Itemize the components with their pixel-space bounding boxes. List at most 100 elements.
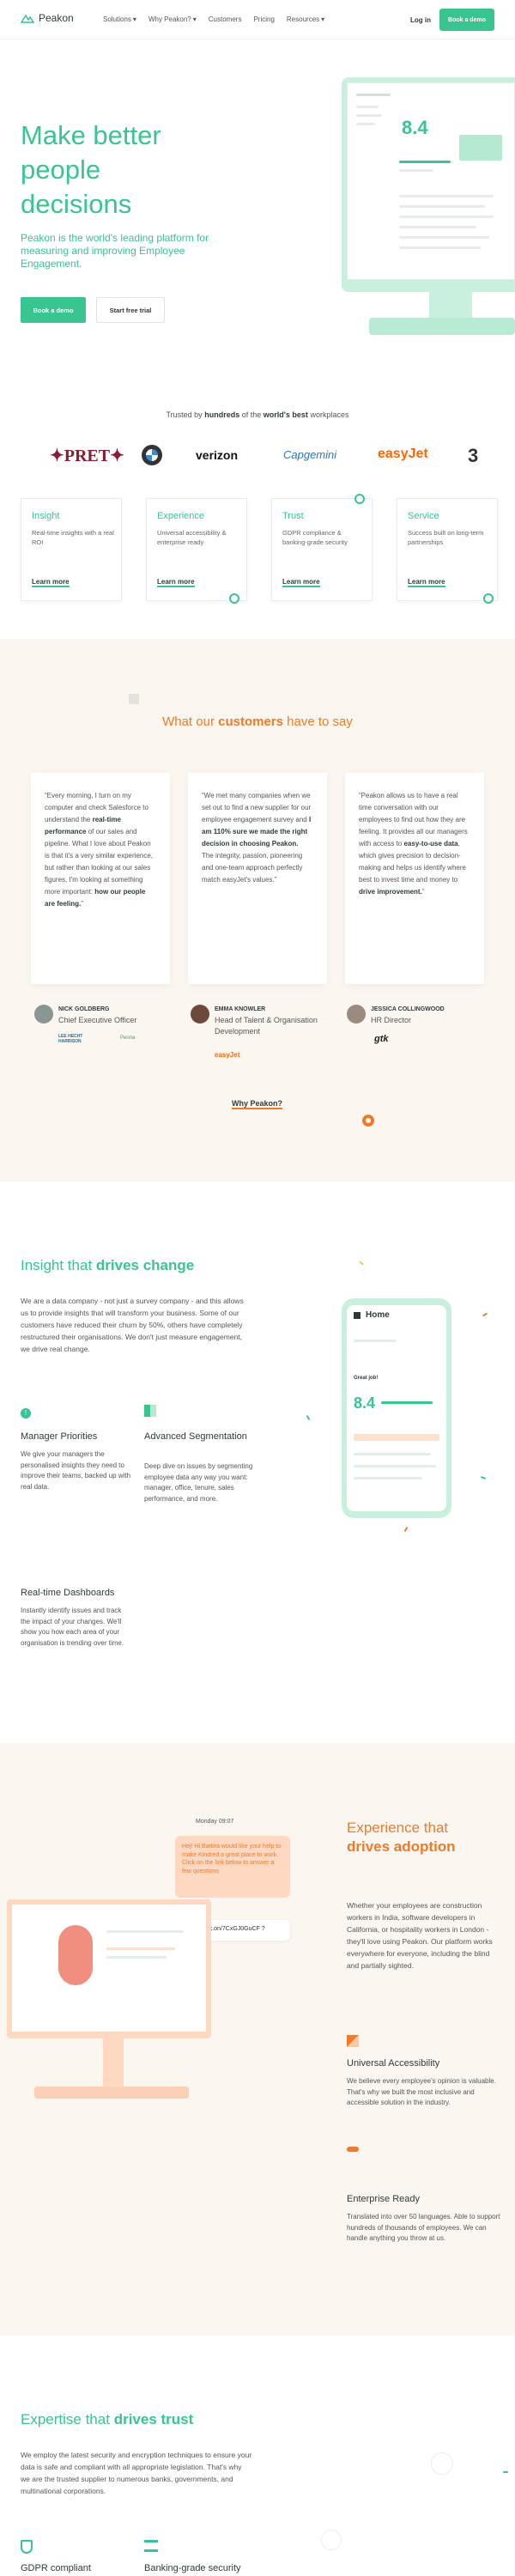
title-highlight: customers (218, 714, 283, 729)
confetti-icon (403, 1526, 409, 1533)
avatar (347, 1005, 366, 1024)
segmentation-icon (144, 1405, 156, 1417)
testimonial-text: “We met many companies when we set out t… (202, 792, 312, 884)
insight-title: Insight that drives change (21, 1257, 194, 1274)
three-logo: 3 (468, 445, 479, 466)
customers-title: What our customers have to say (0, 714, 515, 729)
chevron-down-icon: ▾ (132, 15, 136, 23)
confetti-icon (482, 1312, 488, 1317)
main-nav: Solutions ▾ Why Peakon? ▾ Customers Pricin… (103, 15, 324, 23)
title-part: Experience that (347, 1820, 449, 1836)
title-highlight: drives trust (113, 2411, 194, 2427)
decorative-circle-icon (354, 494, 365, 504)
trusted-prefix: Trusted by (166, 410, 203, 419)
penna-logo: Penna (120, 1036, 136, 1041)
app-logo-icon (354, 1312, 360, 1319)
lhh-logo: LEE HECHT HARRISON (58, 1034, 83, 1044)
peakon-logo-icon (21, 14, 34, 23)
decorative-circle-icon (483, 593, 494, 604)
feature-text: Translated into over 50 languages. Able … (347, 2213, 500, 2242)
government-badge-icon (321, 2530, 342, 2550)
dashboard-score: 8.4 (402, 117, 428, 138)
feature-card-insight[interactable]: Insight Real-time insights with a real R… (21, 498, 122, 601)
monitor-stand (429, 292, 472, 321)
chevron-down-icon: ▾ (321, 15, 325, 23)
adoption-title: Experience that drives adoption (347, 1819, 456, 1856)
book-demo-button[interactable]: Book a demo (439, 9, 494, 31)
title-highlight: drives adoption (347, 1838, 456, 1855)
feature-heading: Banking-grade security (144, 2563, 241, 2573)
trust-title: Expertise that drives trust (21, 2411, 193, 2428)
hero-title: Make better people decisions (21, 120, 161, 219)
title-highlight: drives change (95, 1257, 195, 1273)
feature-text: Universal accessibility & enterprise rea… (157, 529, 227, 546)
feature-title: Service (408, 511, 439, 521)
feature-text: Real-time insights with a real ROI (32, 529, 114, 546)
nav-item-resources[interactable]: Resources ▾ (287, 15, 324, 23)
phone-score: 8.4 (354, 1394, 376, 1412)
adoption-body: Whether your employees are construction … (347, 1901, 493, 1970)
pret-logo: ✦PRET✦ (50, 447, 124, 465)
testimonial-text: “Peakon allows us to have a real time co… (359, 792, 468, 896)
brand-name: Peakon (39, 12, 74, 24)
feature-heading: Enterprise Ready (347, 2194, 420, 2204)
trust-body: We employ the latest security and encryp… (21, 2451, 252, 2495)
testimonial-text: “Every morning, I turn on my computer an… (45, 792, 154, 908)
title-part: have to say (287, 714, 353, 729)
survey-screenshot (12, 1905, 206, 2032)
nav-label: Solutions (103, 15, 131, 23)
testimonial-card: “Every morning, I turn on my computer an… (31, 773, 170, 984)
nav-item-customers[interactable]: Customers (209, 15, 242, 23)
hero-free-trial-button[interactable]: Start free trial (96, 297, 165, 323)
phone-title: Home (366, 1310, 390, 1320)
feature-card-service[interactable]: Service Success built on long-term partn… (397, 498, 498, 604)
dashboard-screenshot (347, 82, 515, 280)
insight-body: We are a data company - not just a surve… (21, 1297, 244, 1353)
title-part: Expertise that (21, 2411, 110, 2427)
confetti-icon (306, 1414, 311, 1421)
pret-logo-text: PRET (64, 447, 111, 465)
top-navigation: Peakon Solutions ▾ Why Peakon? ▾ Customers… (0, 0, 515, 39)
nav-item-pricing[interactable]: Pricing (253, 15, 274, 23)
feature-text: We give your managers the personalised i… (21, 1450, 131, 1491)
feature-heading: GDPR compliant (21, 2563, 91, 2573)
why-peakon-link[interactable]: Why Peakon? (232, 1099, 283, 1109)
alert-icon: ! (21, 1408, 31, 1419)
feature-card-experience[interactable]: Experience Universal accessibility & ent… (146, 498, 247, 604)
gtk-logo: gtk (374, 1034, 389, 1044)
feature-text: Deep dive on issues by segmenting employ… (144, 1462, 253, 1503)
feature-heading: Real-time Dashboards (21, 1588, 115, 1598)
person-name: NICK GOLDBERG (58, 1006, 110, 1012)
login-link[interactable]: Log in (410, 16, 431, 24)
feature-heading: Manager Priorities (21, 1431, 98, 1442)
decorative-ring-icon (362, 1115, 374, 1127)
feature-heading: Advanced Segmentation (144, 1431, 247, 1442)
feature-card-trust[interactable]: Trust GDPR compliance & banking-grade se… (271, 494, 373, 601)
bmw-logo (142, 445, 162, 465)
person-role: Chief Executive Officer (58, 1016, 137, 1024)
feature-text: Instantly identify issues and track the … (21, 1607, 124, 1647)
learn-more-link[interactable]: Learn more (282, 578, 320, 587)
nav-item-solutions[interactable]: Solutions ▾ (103, 15, 136, 23)
monitor-base (369, 318, 515, 335)
shield-icon (21, 2540, 33, 2554)
hero-subtitle: Peakon is the world's leading platform f… (21, 232, 209, 270)
verizon-logo: verizon (196, 448, 239, 462)
easyjet-logo: easyJet (378, 447, 428, 461)
learn-more-link[interactable]: Learn more (32, 578, 70, 587)
peakon-logo[interactable]: Peakon (21, 12, 74, 24)
chat-bubble: Hej! Hi Barbra would like your help to m… (175, 1836, 290, 1898)
phone-caption: Great job! (354, 1376, 379, 1381)
nav-item-why-peakon[interactable]: Why Peakon? ▾ (148, 15, 197, 23)
customer-logos: ✦PRET✦ verizon Capgemini easyJet 3 (0, 445, 515, 467)
person-name: JESSICA COLLINGWOOD (371, 1006, 445, 1012)
testimonial-card: “Peakon allows us to have a real time co… (345, 773, 484, 984)
learn-more-link[interactable]: Learn more (408, 578, 445, 587)
hero-book-demo-button[interactable]: Book a demo (21, 297, 86, 323)
chevron-down-icon: ▾ (192, 15, 197, 23)
title-part: Insight that (21, 1257, 93, 1273)
bank-icon (144, 2540, 158, 2552)
enterprise-icon (347, 2147, 359, 2152)
testimonial-card: “We met many companies when we set out t… (188, 773, 327, 984)
learn-more-link[interactable]: Learn more (157, 578, 195, 587)
